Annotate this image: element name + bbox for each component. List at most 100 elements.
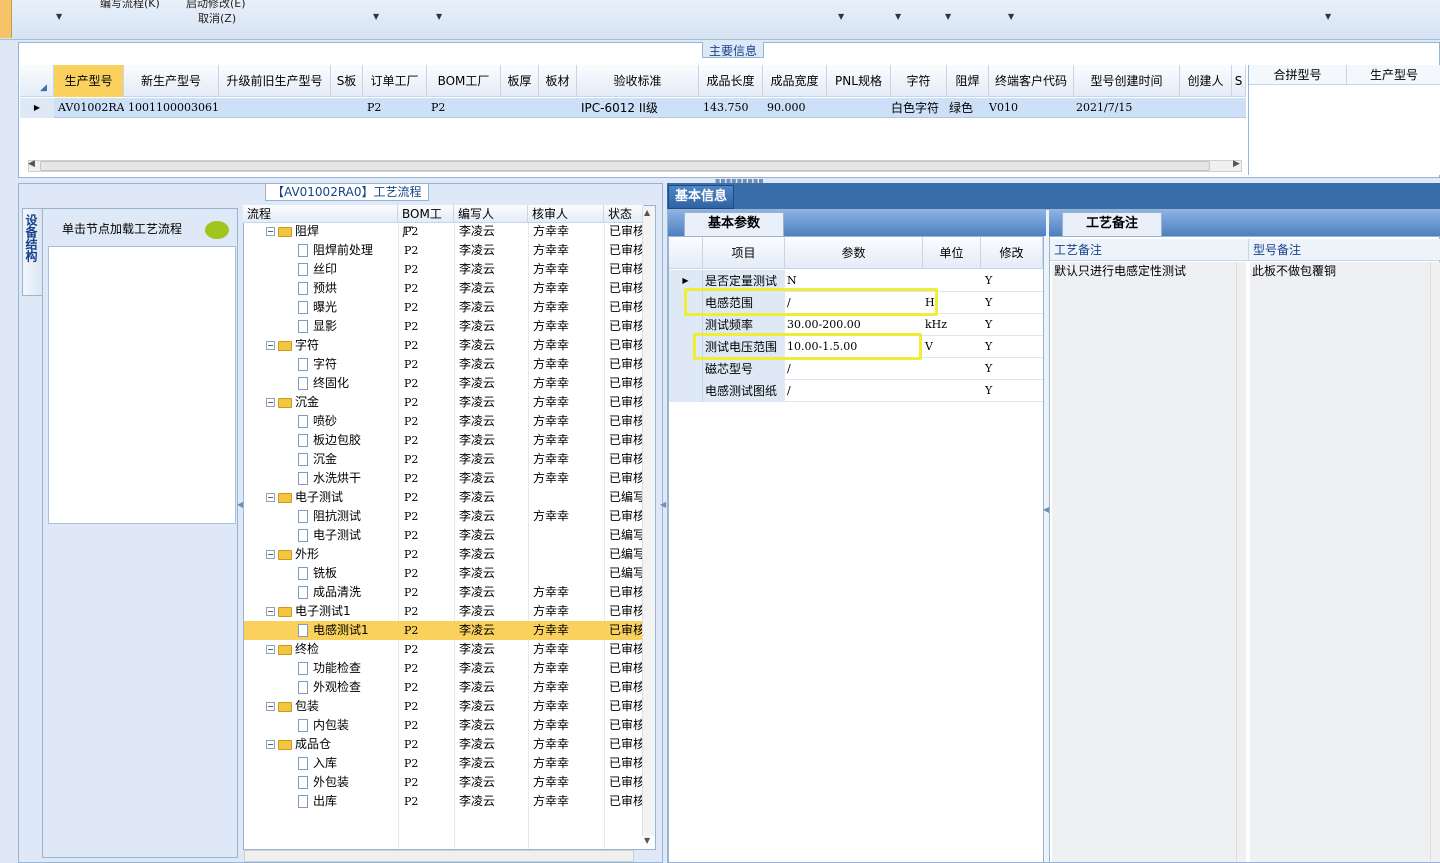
dropdown-arrow-icon[interactable]: ▼	[895, 12, 901, 21]
tree-row[interactable]: − 沉金 P2 李凌云 方幸幸 已审核	[244, 393, 645, 412]
tree-row[interactable]: 电子测试 P2 李凌云 已编写	[244, 526, 645, 545]
dropdown-arrow-icon[interactable]: ▼	[945, 12, 951, 21]
param-row[interactable]: 电感测试图纸 / Y	[669, 380, 1043, 402]
collapse-icon[interactable]: −	[266, 398, 275, 407]
cell-bom-factory[interactable]: P2	[404, 260, 454, 279]
col-header[interactable]: S板	[331, 65, 363, 97]
cell-status[interactable]: 已审核	[609, 697, 645, 716]
cell-writer[interactable]: 李凌云	[459, 640, 529, 659]
cell-reviewer[interactable]: 方幸幸	[533, 773, 603, 792]
cell-reviewer[interactable]	[533, 545, 603, 564]
menu-cancel[interactable]: 取消(Z)	[198, 10, 236, 26]
vertical-scrollbar[interactable]	[1430, 262, 1440, 862]
cell-status[interactable]: 已审核	[609, 450, 645, 469]
merge-col-header[interactable]: 合拼型号	[1249, 65, 1347, 85]
cell-status[interactable]: 已编写	[609, 564, 645, 583]
tree-node-name[interactable]: 终固化	[298, 374, 399, 393]
tree-row[interactable]: 沉金 P2 李凌云 方幸幸 已审核	[244, 450, 645, 469]
col-header[interactable]: 创建人	[1180, 65, 1232, 97]
cell-writer[interactable]: 李凌云	[459, 336, 529, 355]
tree-row[interactable]: − 终检 P2 李凌云 方幸幸 已审核	[244, 640, 645, 659]
process-remark-textarea[interactable]: 默认只进行电感定性测试	[1052, 262, 1237, 862]
cell-bom-factory[interactable]: P2	[404, 374, 454, 393]
cell-writer[interactable]: 李凌云	[459, 526, 529, 545]
cell-bom-factory[interactable]: P2	[404, 754, 454, 773]
cell-writer[interactable]: 李凌云	[459, 298, 529, 317]
cell-status[interactable]: 已审核	[609, 773, 645, 792]
cell-modify[interactable]: Y	[981, 380, 1041, 402]
tree-node-name[interactable]: − 沉金	[266, 393, 399, 412]
cell-reviewer[interactable]: 方幸幸	[533, 260, 603, 279]
speech-bubble-icon[interactable]	[205, 221, 229, 239]
cell-reviewer[interactable]: 方幸幸	[533, 469, 603, 488]
tree-row[interactable]: − 阻焊 P2 李凌云 方幸幸 已审核	[244, 222, 645, 241]
cell-writer[interactable]: 李凌云	[459, 754, 529, 773]
cell-bom-factory[interactable]: P2	[404, 222, 454, 241]
cell-reviewer[interactable]: 方幸幸	[533, 659, 603, 678]
cell-writer[interactable]: 李凌云	[459, 792, 529, 811]
cell-writer[interactable]: 李凌云	[459, 621, 529, 640]
cell-bom-factory[interactable]: P2	[404, 716, 454, 735]
tree-node-name[interactable]: − 包装	[266, 697, 399, 716]
cell-unit[interactable]	[923, 358, 981, 380]
cell-bom-factory[interactable]: P2	[404, 336, 454, 355]
cell-reviewer[interactable]: 方幸幸	[533, 640, 603, 659]
cell-modify[interactable]: Y	[981, 358, 1041, 380]
tree-row[interactable]: 内包装 P2 李凌云 方幸幸 已审核	[244, 716, 645, 735]
cell-bom-factory[interactable]: P2	[404, 659, 454, 678]
tree-node-name[interactable]: − 字符	[266, 336, 399, 355]
cell-writer[interactable]: 李凌云	[459, 355, 529, 374]
cell-writer[interactable]: 李凌云	[459, 450, 529, 469]
cell-order-factory[interactable]: P2	[363, 98, 427, 118]
cell-reviewer[interactable]: 方幸幸	[533, 450, 603, 469]
cell-bom-factory[interactable]: P2	[404, 621, 454, 640]
param-row[interactable]: 磁芯型号 / Y	[669, 358, 1043, 380]
cell-created[interactable]: 2021/7/15	[1072, 98, 1178, 118]
tree-node-name[interactable]: − 终检	[266, 640, 399, 659]
tree-row[interactable]: 铣板 P2 李凌云 已编写	[244, 564, 645, 583]
cell-status[interactable]: 已审核	[609, 279, 645, 298]
dropdown-arrow-icon[interactable]: ▼	[838, 12, 844, 21]
cell-width[interactable]: 90.000	[763, 98, 827, 118]
cell-reviewer[interactable]: 方幸幸	[533, 355, 603, 374]
cell-status[interactable]: 已编写	[609, 526, 645, 545]
cell-char[interactable]: 白色字符	[887, 98, 947, 118]
col-header[interactable]: 成品长度	[699, 65, 763, 97]
tree-row[interactable]: − 电子测试 P2 李凌云 已编写	[244, 488, 645, 507]
cell-reviewer[interactable]: 方幸幸	[533, 393, 603, 412]
collapse-icon[interactable]: −	[266, 702, 275, 711]
cell-writer[interactable]: 李凌云	[459, 412, 529, 431]
col-header[interactable]: 成品宽度	[763, 65, 827, 97]
cell-reviewer[interactable]: 方幸幸	[533, 222, 603, 241]
cell-modify[interactable]: Y	[981, 292, 1041, 314]
cell-status[interactable]: 已审核	[609, 735, 645, 754]
tree-node-name[interactable]: 板边包胶	[298, 431, 399, 450]
dropdown-arrow-icon[interactable]: ▼	[373, 12, 379, 21]
collapse-icon[interactable]: −	[266, 645, 275, 654]
tree-row[interactable]: 入库 P2 李凌云 方幸幸 已审核	[244, 754, 645, 773]
tab-basic-info[interactable]: 基本信息	[668, 185, 734, 209]
cell-writer[interactable]: 李凌云	[459, 773, 529, 792]
col-header[interactable]: 板厚	[501, 65, 539, 97]
cell-unit[interactable]	[923, 380, 981, 402]
cell-status[interactable]: 已审核	[609, 393, 645, 412]
cell-writer[interactable]: 李凌云	[459, 279, 529, 298]
col-header[interactable]: 订单工厂	[363, 65, 427, 97]
cell-bom-factory[interactable]: P2	[404, 450, 454, 469]
cell-reviewer[interactable]: 方幸幸	[533, 336, 603, 355]
tree-node-name[interactable]: 铣板	[298, 564, 399, 583]
cell-status[interactable]: 已审核	[609, 507, 645, 526]
tab-process-remarks[interactable]: 工艺备注	[1062, 212, 1162, 236]
cell-writer[interactable]: 李凌云	[459, 583, 529, 602]
cell-mask[interactable]: 绿色	[945, 98, 989, 118]
cell-bom-factory[interactable]: P2	[404, 678, 454, 697]
cell-bom-factory[interactable]: P2	[404, 317, 454, 336]
tree-node-name[interactable]: 电子测试	[298, 526, 399, 545]
col-header[interactable]: PNL规格	[827, 65, 891, 97]
cell-bom-factory[interactable]: P2	[404, 545, 454, 564]
tree-node-name[interactable]: 喷砂	[298, 412, 399, 431]
cell-status[interactable]: 已审核	[609, 412, 645, 431]
cell-reviewer[interactable]: 方幸幸	[533, 716, 603, 735]
cell-bom-factory[interactable]: P2	[404, 393, 454, 412]
cell-bom-factory[interactable]: P2	[404, 469, 454, 488]
